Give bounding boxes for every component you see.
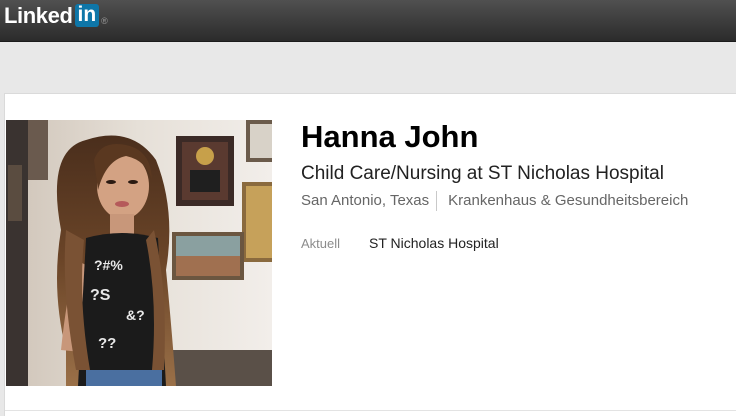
svg-text:&?: &? xyxy=(126,307,145,323)
profile-photo-image: ?#% ?S &? ?? xyxy=(6,120,272,386)
profile-location[interactable]: San Antonio, Texas xyxy=(301,191,429,211)
logo-wordmark: Linked xyxy=(4,3,73,28)
profile-name: Hanna John xyxy=(301,119,479,154)
svg-text:?#%: ?#% xyxy=(94,257,123,273)
profile-card: ?#% ?S &? ?? Hanna John Child Care/Nursi… xyxy=(4,93,736,416)
profile-meta: San Antonio, Texas Krankenhaus & Gesundh… xyxy=(301,191,688,211)
profile-industry[interactable]: Krankenhaus & Gesundheitsbereich xyxy=(448,191,688,211)
card-bottom-divider xyxy=(5,410,736,411)
svg-text:??: ?? xyxy=(98,335,116,352)
meta-divider xyxy=(436,191,438,211)
profile-photo[interactable]: ?#% ?S &? ?? xyxy=(6,120,272,386)
linkedin-logo[interactable]: Linked in ® xyxy=(4,4,108,30)
svg-text:?S: ?S xyxy=(90,287,111,304)
current-position-link[interactable]: ST Nicholas Hospital xyxy=(369,234,499,252)
logo-in-box: in xyxy=(74,4,100,27)
top-navigation-bar: Linked in ® xyxy=(0,0,736,42)
current-position-label: Aktuell xyxy=(301,236,341,251)
registered-mark: ® xyxy=(101,16,108,26)
profile-headline: Child Care/Nursing at ST Nicholas Hospit… xyxy=(301,163,664,184)
